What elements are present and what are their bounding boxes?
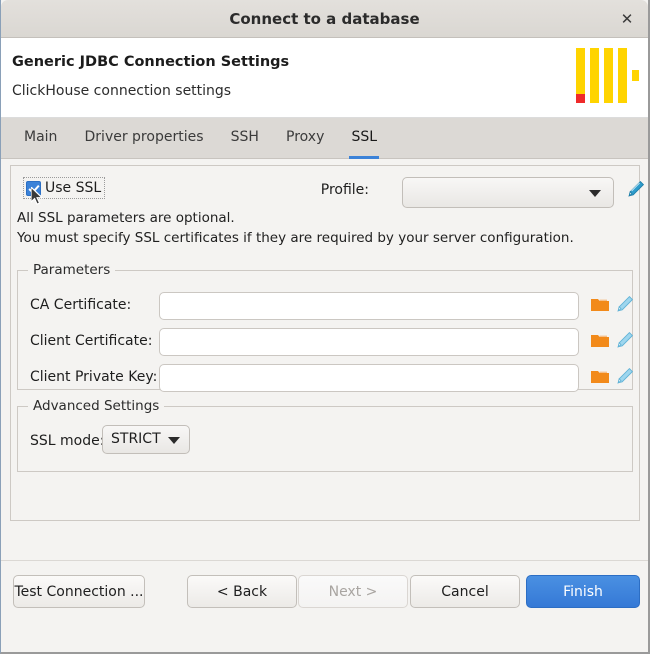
client-certificate-label: Client Certificate: — [30, 333, 152, 349]
client-private-key-folder-icon[interactable] — [590, 368, 610, 386]
tab-content-ssl: Use SSL Profile: All SSL parameters are … — [1, 159, 648, 561]
tab-ssl[interactable]: SSL — [340, 118, 388, 159]
ssl-description-line-1: All SSL parameters are optional. — [17, 210, 235, 226]
ca-certificate-folder-icon[interactable] — [590, 296, 610, 314]
title-bar: Connect to a database ✕ — [1, 0, 648, 38]
ssl-description-line-2: You must specify SSL certificates if the… — [17, 230, 574, 246]
checkmark-icon — [26, 181, 41, 196]
parameters-group: Parameters CA Certificate: Client Certif… — [17, 270, 633, 390]
client-private-key-edit-pencil-icon[interactable] — [616, 367, 634, 385]
use-ssl-label: Use SSL — [45, 180, 101, 196]
client-certificate-input[interactable] — [159, 328, 579, 356]
use-ssl-checkbox[interactable]: Use SSL — [23, 177, 105, 199]
close-icon[interactable]: ✕ — [616, 8, 638, 30]
ca-certificate-row: CA Certificate: — [18, 292, 632, 320]
client-certificate-folder-icon[interactable] — [590, 332, 610, 350]
ca-certificate-input[interactable] — [159, 292, 579, 320]
page-title: Generic JDBC Connection Settings — [12, 54, 289, 70]
page-subtitle: ClickHouse connection settings — [12, 83, 231, 99]
client-private-key-input[interactable] — [159, 364, 579, 392]
tab-bar: Main Driver properties SSH Proxy SSL — [1, 118, 648, 159]
client-private-key-label: Client Private Key: — [30, 369, 157, 385]
back-button[interactable]: < Back — [187, 575, 297, 608]
ssl-mode-select[interactable]: STRICT — [102, 425, 190, 454]
ca-certificate-edit-pencil-icon[interactable] — [616, 295, 634, 313]
finish-button[interactable]: Finish — [526, 575, 640, 608]
window-title: Connect to a database — [1, 0, 648, 38]
clickhouse-logo-icon — [576, 44, 636, 108]
ssl-mode-selected-value: STRICT — [111, 431, 161, 447]
tab-ssh[interactable]: SSH — [220, 118, 270, 159]
ssl-settings-panel: Use SSL Profile: All SSL parameters are … — [10, 165, 640, 521]
ssl-mode-label: SSL mode: — [30, 433, 104, 449]
profile-edit-pencil-icon[interactable] — [627, 180, 645, 198]
tab-proxy[interactable]: Proxy — [275, 118, 335, 159]
use-ssl-row: Use SSL Profile: — [17, 174, 633, 204]
profile-label: Profile: — [321, 182, 369, 198]
next-button: Next > — [298, 575, 408, 608]
advanced-settings-legend: Advanced Settings — [28, 398, 164, 414]
client-certificate-edit-pencil-icon[interactable] — [616, 331, 634, 349]
tab-main[interactable]: Main — [13, 118, 68, 159]
chevron-down-icon — [589, 190, 601, 197]
dialog-header: Generic JDBC Connection Settings ClickHo… — [1, 38, 648, 118]
profile-select[interactable] — [402, 177, 614, 208]
tab-driver-properties[interactable]: Driver properties — [74, 118, 215, 159]
chevron-down-icon — [168, 437, 180, 444]
advanced-settings-group: Advanced Settings SSL mode: STRICT — [17, 406, 633, 472]
parameters-legend: Parameters — [28, 262, 115, 278]
client-private-key-row: Client Private Key: — [18, 364, 632, 392]
ca-certificate-label: CA Certificate: — [30, 297, 131, 313]
cancel-button[interactable]: Cancel — [410, 575, 520, 608]
connect-to-database-dialog: Connect to a database ✕ Generic JDBC Con… — [0, 0, 650, 654]
client-certificate-row: Client Certificate: — [18, 328, 632, 356]
test-connection-button[interactable]: Test Connection ... — [13, 575, 145, 608]
dialog-footer: Test Connection ... < Back Next > Cancel… — [1, 561, 648, 650]
